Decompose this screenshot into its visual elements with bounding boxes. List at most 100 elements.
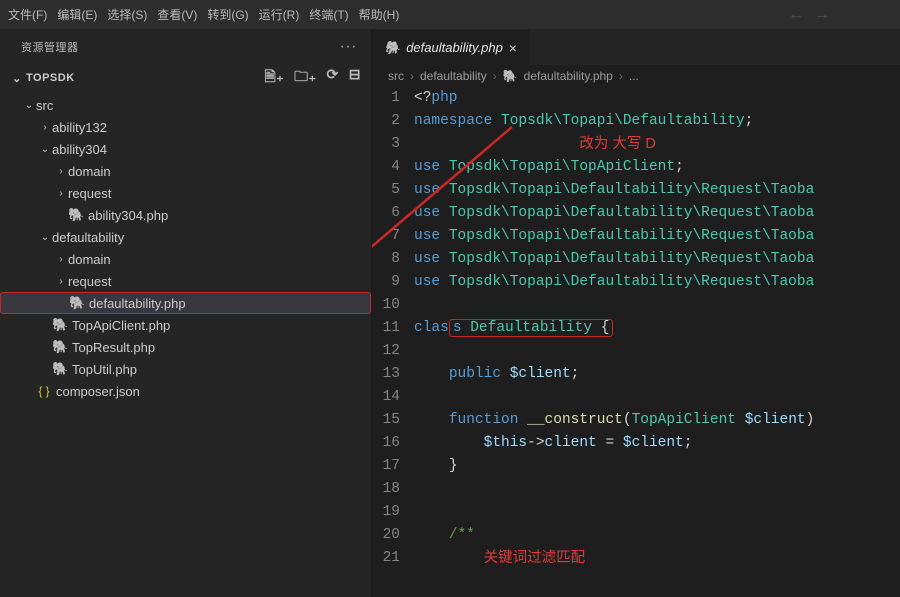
tree-folder[interactable]: ⌄ability304 — [0, 138, 371, 160]
project-actions: 🗎₊ 🗀₊ ⟳ ⊟ — [264, 66, 361, 90]
php-file-icon: 🐘 — [52, 317, 68, 333]
menu-file[interactable]: 文件(F) — [8, 6, 47, 23]
new-folder-icon[interactable]: 🗀₊ — [294, 66, 316, 90]
menu-goto[interactable]: 转到(G) — [207, 6, 248, 23]
tab-defaultability[interactable]: 🐘 defaultability.php × — [372, 30, 530, 65]
file-tree: ⌄src›ability132⌄ability304›domain›reques… — [0, 94, 371, 597]
tree-file[interactable]: 🐘defaultability.php — [0, 292, 371, 314]
tree-folder[interactable]: ›domain — [0, 248, 371, 270]
tree-file[interactable]: 🐘 ability304.php — [0, 204, 371, 226]
tree-item-label: domain — [68, 252, 111, 267]
chevron-right-icon: › — [493, 69, 497, 83]
chevron-right-icon: › — [619, 69, 623, 83]
chevron-icon: ⌄ — [22, 100, 36, 111]
tab-bar: 🐘 defaultability.php × — [372, 30, 900, 65]
tree-item-label: composer.json — [56, 384, 140, 399]
explorer-sidebar: 资源管理器 ··· ⌄ TOPSDK 🗎₊ 🗀₊ ⟳ ⊟ ⌄src›abilit… — [0, 30, 372, 597]
breadcrumb-segment[interactable]: defaultability.php — [524, 69, 613, 83]
menu-run[interactable]: 运行(R) — [259, 6, 300, 23]
refresh-icon[interactable]: ⟳ — [327, 66, 339, 90]
nav-back-icon[interactable]: ← — [788, 6, 804, 24]
code-line[interactable]: 21 关键词过滤匹配 — [372, 547, 900, 570]
collapse-all-icon[interactable]: ⊟ — [349, 66, 361, 90]
code-line[interactable]: 4use Topsdk\Topapi\TopApiClient; — [372, 156, 900, 179]
code-line[interactable]: 7use Topsdk\Topapi\Defaultability\Reques… — [372, 225, 900, 248]
menu-edit[interactable]: 编辑(E) — [57, 6, 97, 23]
breadcrumb-segment[interactable]: src — [388, 69, 404, 83]
chevron-icon: › — [54, 254, 68, 265]
chevron-icon: › — [38, 122, 52, 133]
tree-item-label: TopApiClient.php — [72, 318, 170, 333]
code-line[interactable]: 16 $this->client = $client; — [372, 432, 900, 455]
tree-folder[interactable]: ›ability132 — [0, 116, 371, 138]
tree-folder[interactable]: ›domain — [0, 160, 371, 182]
breadcrumbs[interactable]: src › defaultability › 🐘 defaultability.… — [372, 65, 900, 87]
tree-folder[interactable]: ⌄defaultability — [0, 226, 371, 248]
chevron-icon: › — [54, 276, 68, 287]
php-file-icon: 🐘 — [503, 69, 518, 83]
code-line[interactable]: 15 function __construct(TopApiClient $cl… — [372, 409, 900, 432]
tree-item-label: ability304.php — [88, 208, 168, 223]
code-line[interactable]: 9use Topsdk\Topapi\Defaultability\Reques… — [372, 271, 900, 294]
chevron-icon: ⌄ — [38, 144, 52, 155]
nav-forward-icon[interactable]: → — [814, 6, 830, 24]
tree-item-label: TopResult.php — [72, 340, 155, 355]
code-line[interactable]: 8use Topsdk\Topapi\Defaultability\Reques… — [372, 248, 900, 271]
editor-pane: 🐘 defaultability.php × src › defaultabil… — [372, 30, 900, 597]
code-line[interactable]: 19 — [372, 501, 900, 524]
chevron-icon: › — [54, 188, 68, 199]
code-line[interactable]: 2namespace Topsdk\Topapi\Defaultability; — [372, 110, 900, 133]
tree-item-label: src — [36, 98, 53, 113]
code-line[interactable]: 11class Defaultability { — [372, 317, 900, 340]
project-name: TOPSDK — [26, 72, 75, 84]
explorer-header: 资源管理器 ··· — [0, 30, 371, 62]
menu-help[interactable]: 帮助(H) — [359, 6, 400, 23]
close-tab-icon[interactable]: × — [509, 40, 517, 56]
breadcrumb-segment[interactable]: ... — [629, 69, 639, 83]
php-file-icon: 🐘 — [384, 40, 400, 56]
tree-file[interactable]: 🐘 TopApiClient.php — [0, 314, 371, 336]
code-line[interactable]: 3 改为 大写 D — [372, 133, 900, 156]
code-line[interactable]: 20 /** — [372, 524, 900, 547]
new-file-icon[interactable]: 🗎₊ — [264, 66, 284, 90]
annotation-keyword-filter: 关键词过滤匹配 — [484, 550, 586, 566]
tree-item-label: request — [68, 186, 111, 201]
chevron-icon: › — [54, 166, 68, 177]
code-line[interactable]: 1<?php — [372, 87, 900, 110]
menu-view[interactable]: 查看(V) — [157, 6, 197, 23]
tree-file[interactable]: 🐘 TopResult.php — [0, 336, 371, 358]
menu-terminal[interactable]: 终端(T) — [309, 6, 348, 23]
code-area[interactable]: 1<?php 2namespace Topsdk\Topapi\Defaulta… — [372, 87, 900, 597]
tree-item-label: TopUtil.php — [72, 362, 137, 377]
tree-folder[interactable]: ›request — [0, 270, 371, 292]
annotation-change-d: 改为 大写 D — [579, 136, 656, 152]
tree-item-label: ability304 — [52, 142, 107, 157]
code-line[interactable]: 10 — [372, 294, 900, 317]
json-file-icon: { } — [36, 384, 52, 398]
chevron-right-icon: › — [410, 69, 414, 83]
php-file-icon: 🐘 — [52, 361, 68, 377]
code-line[interactable]: 12 — [372, 340, 900, 363]
tree-item-label: domain — [68, 164, 111, 179]
code-line[interactable]: 5use Topsdk\Topapi\Defaultability\Reques… — [372, 179, 900, 202]
php-file-icon: 🐘 — [68, 207, 84, 223]
tree-folder[interactable]: ⌄src — [0, 94, 371, 116]
tree-file[interactable]: { } composer.json — [0, 380, 371, 402]
tree-item-label: request — [68, 274, 111, 289]
tree-item-label: defaultability.php — [89, 296, 186, 311]
tree-folder[interactable]: ›request — [0, 182, 371, 204]
code-line[interactable]: 14 — [372, 386, 900, 409]
breadcrumb-segment[interactable]: defaultability — [420, 69, 487, 83]
code-line[interactable]: 6use Topsdk\Topapi\Defaultability\Reques… — [372, 202, 900, 225]
explorer-more-icon[interactable]: ··· — [340, 38, 357, 56]
code-line[interactable]: 18 — [372, 478, 900, 501]
tab-label: defaultability.php — [406, 40, 503, 55]
tree-file[interactable]: 🐘 TopUtil.php — [0, 358, 371, 380]
menu-select[interactable]: 选择(S) — [107, 6, 147, 23]
chevron-down-icon: ⌄ — [10, 72, 24, 85]
project-section-header[interactable]: ⌄ TOPSDK 🗎₊ 🗀₊ ⟳ ⊟ — [0, 62, 371, 94]
code-line[interactable]: 17 } — [372, 455, 900, 478]
code-line[interactable]: 13 public $client; — [372, 363, 900, 386]
tree-item-label: ability132 — [52, 120, 107, 135]
php-file-icon: 🐘 — [52, 339, 68, 355]
